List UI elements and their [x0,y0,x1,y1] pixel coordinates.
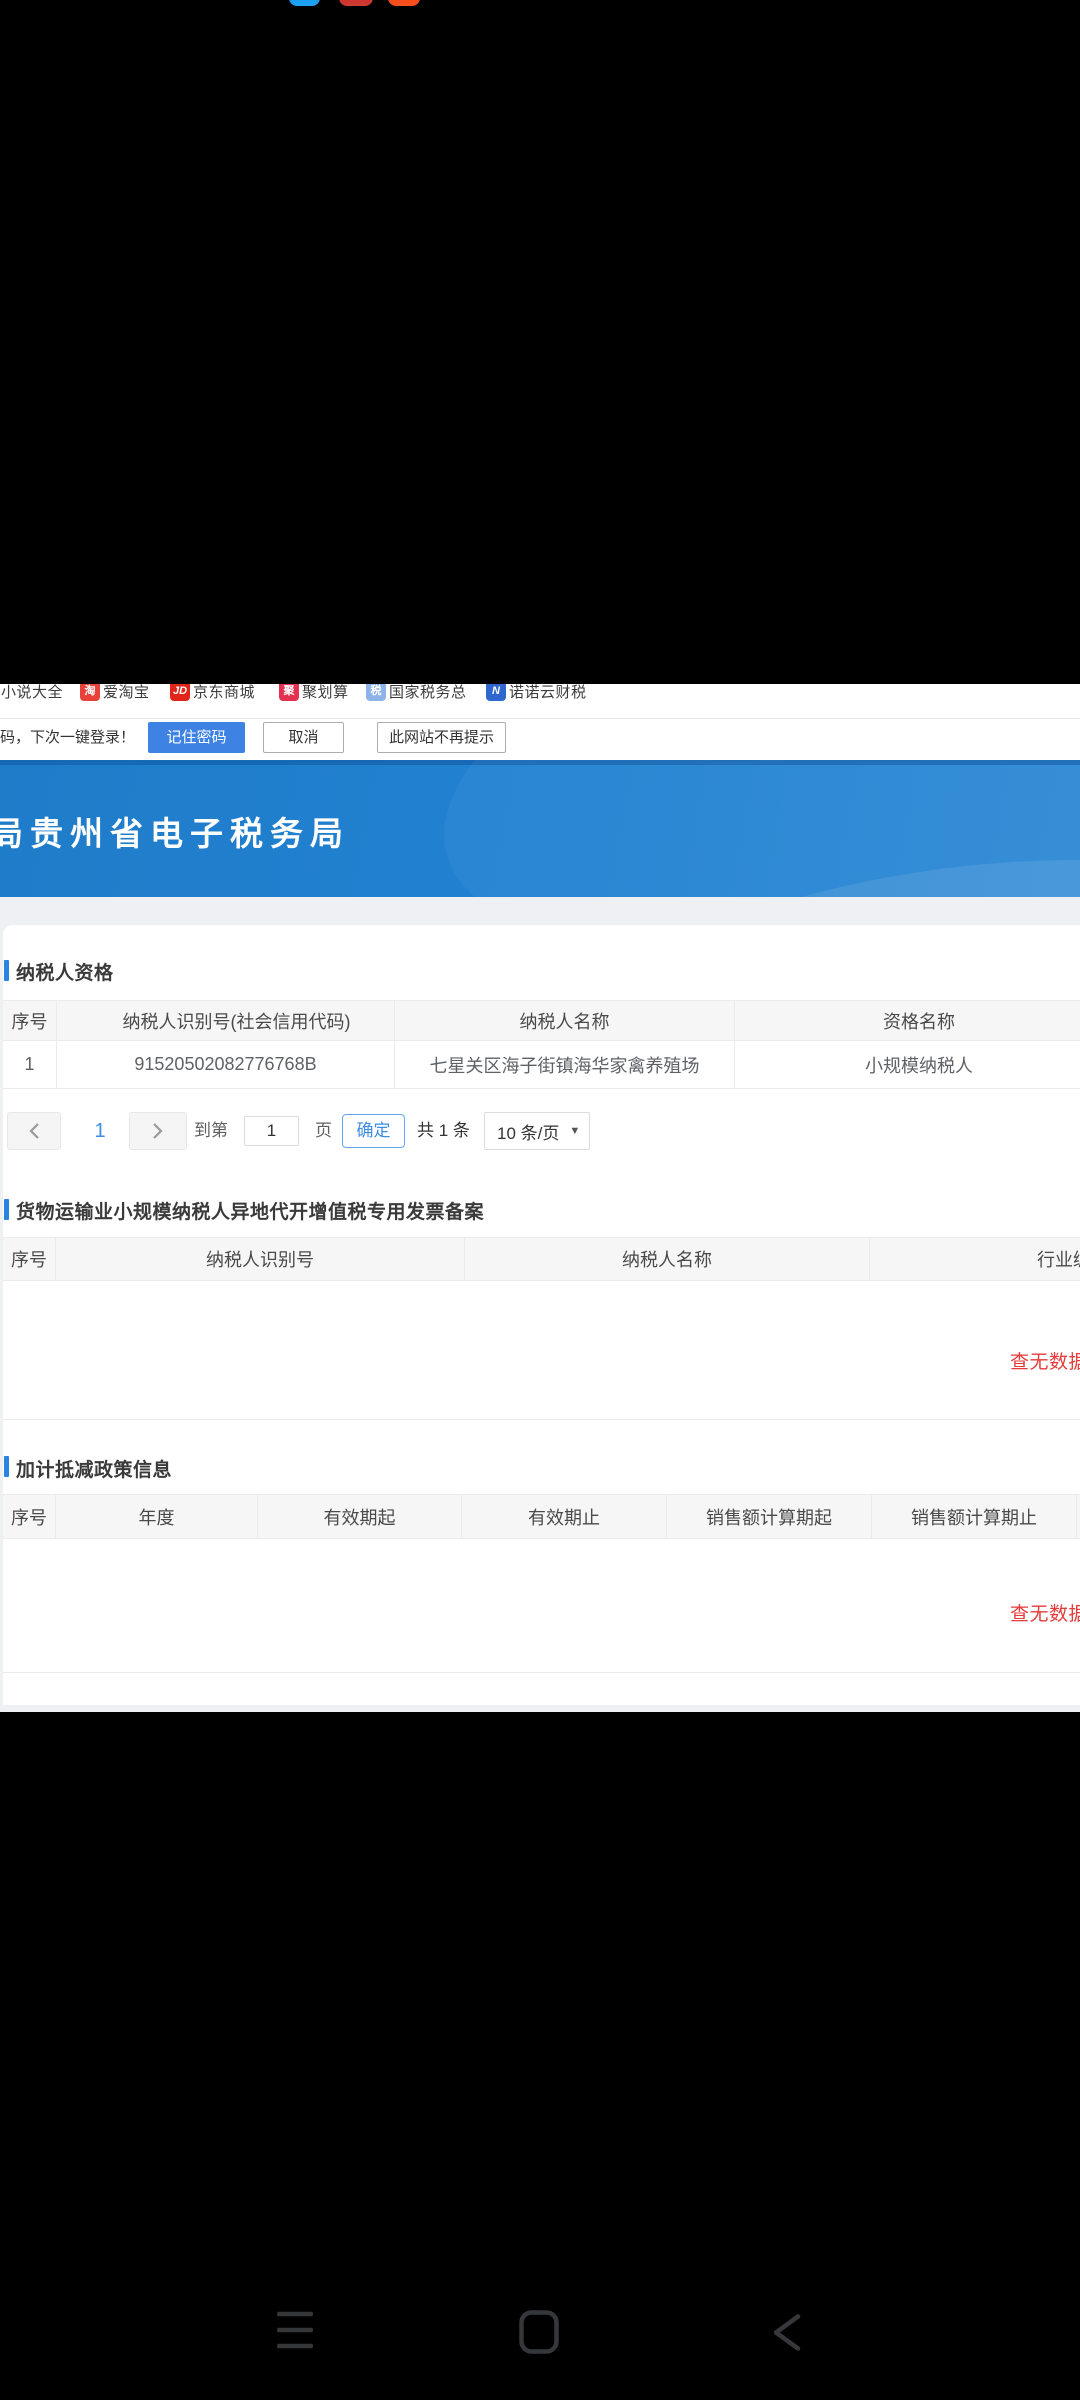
page-unit-label: 页 [315,1112,332,1150]
current-page-number[interactable]: 1 [83,1112,117,1150]
caret-down-icon: ▼ [569,1125,580,1137]
goto-page-label: 到第 [194,1112,228,1150]
section-title-freight-filing: 货物运输业小规模纳税人异地代开增值税专用发票备案 [16,1197,484,1224]
remember-password-button[interactable]: 记住密码 [148,722,245,753]
bookmark-tax-bureau[interactable]: 税 国家税务总 [366,684,467,701]
section-marker [4,1199,9,1220]
total-records-label: 共 1 条 [417,1112,470,1150]
column-header-year: 年度 [56,1495,258,1538]
column-header-taxpayer-id: 纳税人识别号 [56,1238,465,1280]
section-title-taxpayer-qualification: 纳税人资格 [16,958,114,985]
column-header-index: 序号 [3,1001,57,1040]
column-header-valid-from: 有效期起 [258,1495,462,1538]
cell-taxpayer-name: 七星关区海子街镇海华家禽养殖场 [395,1041,735,1088]
site-title: 局贵州省电子税务局 [0,807,350,855]
cell-qualification-name: 小规模纳税人 [735,1041,1080,1088]
section-marker [4,1456,9,1477]
bookmark-aitaobao[interactable]: 淘 爱淘宝 [80,684,150,701]
nuonuo-icon: N [486,684,506,701]
table-header-row: 序号 纳税人识别号 纳税人名称 行业编码 [3,1237,1080,1281]
empty-data-text: 查无数据 [1010,1599,1080,1626]
bookmark-label: 爱淘宝 [103,684,150,702]
table-header-row: 序号 纳税人识别号(社会信用代码) 纳税人名称 资格名称 [3,1000,1080,1041]
bookmarks-bar: 小说大全 淘 爱淘宝 JD 京东商城 聚 聚划算 税 国家税务总 N 诺诺云财税 [0,684,1080,719]
tax-icon: 税 [366,684,386,701]
notification-message: 码，下次一键登录！ [0,719,135,760]
column-header-taxpayer-name: 纳税人名称 [395,1001,735,1040]
jd-icon: JD [170,684,190,701]
bookmark-jd[interactable]: JD 京东商城 [170,684,255,701]
column-header-qualification-name: 资格名称 [735,1001,1080,1040]
previous-page-button[interactable] [7,1112,61,1150]
column-header-taxpayer-id: 纳税人识别号(社会信用代码) [57,1001,395,1040]
table-bottom-border [3,1672,1080,1673]
chevron-right-icon [152,1122,164,1140]
bookmark-label: 聚划算 [302,684,349,702]
bookmark-label: 京东商城 [193,684,255,702]
juhuasuan-icon: 聚 [279,684,299,701]
browser-window: 小说大全 淘 爱淘宝 JD 京东商城 聚 聚划算 税 国家税务总 N 诺诺云财税 [0,684,1080,1712]
bookmark-label: 国家税务总 [389,684,467,702]
orange-app-icon[interactable] [388,0,420,6]
section-marker [4,960,9,981]
home-icon[interactable] [519,2310,559,2354]
confirm-button[interactable]: 确定 [342,1114,405,1148]
bookmark-nuonuo[interactable]: N 诺诺云财税 [486,684,587,701]
column-header-valid-to: 有效期止 [462,1495,667,1538]
column-header-industry-code: 行业编码 [870,1238,1080,1280]
page-size-value: 10 条/页 [497,1119,559,1144]
bookmark-label: 小说大全 [1,684,63,702]
content-card: 纳税人资格 序号 纳税人识别号(社会信用代码) 纳税人名称 资格名称 1 915… [3,925,1080,1705]
bookmark-novels[interactable]: 小说大全 [1,684,63,701]
column-header-sales-calc-to: 销售额计算期止 [872,1495,1077,1538]
cancel-button[interactable]: 取消 [263,722,344,753]
password-notification-bar: 码，下次一键登录！ 记住密码 取消 此网站不再提示 [0,719,1080,760]
table-header-row: 序号 年度 有效期起 有效期止 销售额计算期起 销售额计算期止 [3,1494,1080,1539]
back-icon[interactable] [772,2314,801,2351]
column-header-index: 序号 [3,1238,56,1280]
bookmark-label: 诺诺云财税 [509,684,587,702]
chevron-left-icon [28,1122,40,1140]
menu-icon[interactable] [277,2308,313,2350]
page-number-input[interactable]: 1 [244,1116,299,1146]
table-row[interactable]: 1 91520502082776768B 七星关区海子街镇海华家禽养殖场 小规模… [3,1041,1080,1089]
column-header-sales-calc-from: 销售额计算期起 [667,1495,872,1538]
next-page-button[interactable] [129,1112,187,1150]
cell-taxpayer-id: 91520502082776768B [57,1041,395,1088]
column-header-taxpayer-name: 纳税人名称 [465,1238,870,1280]
empty-data-text: 查无数据 [1010,1347,1080,1374]
section-title-deduction-policy: 加计抵减政策信息 [16,1455,172,1482]
red-app-icon[interactable] [339,0,373,6]
table-bottom-border [3,1419,1080,1420]
site-header: 局贵州省电子税务局 [0,760,1080,897]
taobao-icon: 淘 [80,684,100,701]
phone-screen: 小说大全 淘 爱淘宝 JD 京东商城 聚 聚划算 税 国家税务总 N 诺诺云财税 [0,0,1080,2400]
never-prompt-button[interactable]: 此网站不再提示 [377,722,506,753]
page-size-select[interactable]: 10 条/页 ▼ [484,1112,590,1150]
blue-app-icon[interactable] [289,0,320,6]
column-header-index: 序号 [3,1495,56,1538]
bookmark-juhuasuan[interactable]: 聚 聚划算 [279,684,349,701]
cell-index: 1 [3,1041,57,1088]
